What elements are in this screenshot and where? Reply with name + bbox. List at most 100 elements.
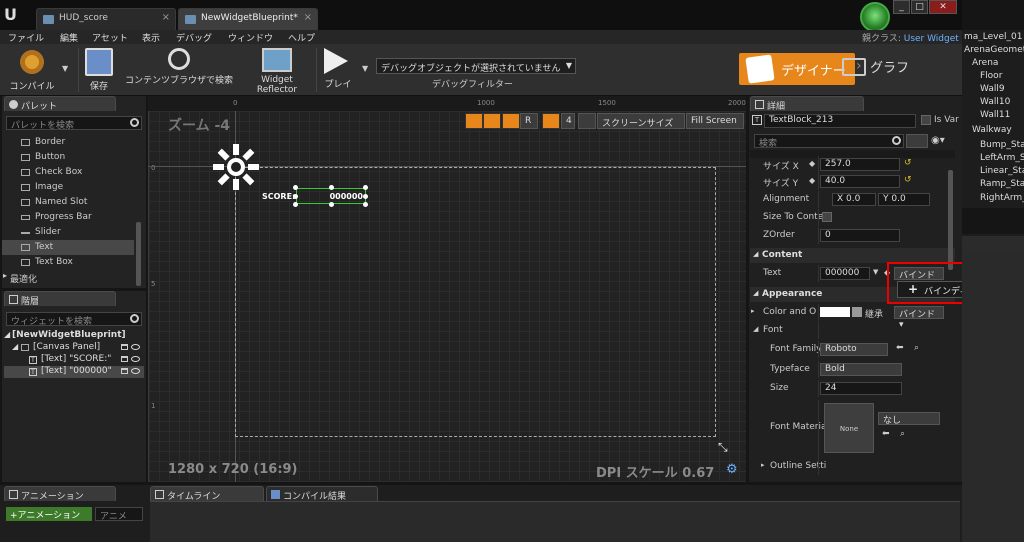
eye-icon[interactable] [131,368,140,374]
grid-toggle[interactable] [542,113,560,129]
details-tab[interactable]: 詳細 [750,96,864,112]
palette-item-text[interactable]: Text [2,240,134,255]
menu-debug[interactable]: デバッグ [176,31,212,44]
reset-arrow-icon[interactable]: ↺ [904,158,912,168]
close-icon[interactable]: × [162,12,170,23]
palette-scrollbar[interactable] [136,222,141,286]
outliner-item[interactable]: Walkway [972,125,1012,137]
resize-handle[interactable] [293,202,298,207]
text-value-input[interactable]: 000000 [820,267,870,280]
anchor-icon[interactable] [212,143,260,191]
compile-options-chevron-icon[interactable]: ▼ [62,64,68,73]
minimize-button[interactable]: _ [893,0,910,14]
tab-hud-score[interactable]: HUD_score × [36,8,176,30]
menu-asset[interactable]: アセット [92,31,128,44]
tab-new-widget-blueprint[interactable]: NewWidgetBlueprint* × [178,8,318,30]
details-search-input[interactable]: 検索 [754,134,904,149]
palette-item-check-box[interactable]: Check Box [2,165,134,180]
size-y-input[interactable]: 40.0 [820,175,900,188]
palette-tab[interactable]: パレット [4,96,116,112]
grid-snap-toggle[interactable] [465,113,483,129]
maximize-button[interactable]: □ [911,0,928,14]
timeline-area[interactable] [150,501,960,542]
resize-handle[interactable] [363,194,368,199]
resize-handle[interactable] [329,202,334,207]
zorder-input[interactable]: 0 [820,229,900,242]
size-x-input[interactable]: 257.0 [820,158,900,171]
close-icon[interactable]: × [304,12,312,23]
outliner-item[interactable]: Linear_Sta [980,166,1024,178]
compile-results-tab[interactable]: コンパイル結果 [266,486,378,502]
outliner-item[interactable]: Ramp_Stat [980,179,1024,191]
outliner-item[interactable]: Bump_Stat [980,140,1024,152]
canvas-resize-icon[interactable]: ⤡ [718,440,728,455]
use-selected-arrow-icon[interactable]: ⬅ [882,429,890,439]
widget-name-input[interactable]: TextBlock_213 [764,114,916,128]
outliner-item[interactable]: ArenaGeometry [964,45,1024,57]
hierarchy-tab[interactable]: 階層 [4,291,116,307]
reset-arrow-icon[interactable]: ↺ [904,175,912,185]
browse-search-icon[interactable]: ⌕ [900,429,905,439]
resize-handle[interactable] [293,185,298,190]
color-swatch[interactable] [820,307,850,317]
play-button[interactable]: プレイ [318,46,358,94]
fill-screen-select[interactable]: Fill Screen [686,113,744,129]
use-selected-arrow-icon[interactable]: ⬅ [896,343,904,353]
resize-handle[interactable] [363,185,368,190]
tree-item-text-value[interactable]: T [Text] "000000" [4,366,144,378]
compile-button[interactable]: コンパイル [4,46,60,94]
animation-tab[interactable]: アニメーション [4,486,116,502]
lock-icon[interactable] [121,356,128,362]
browse-search-icon[interactable]: ⌕ [914,343,919,353]
font-material-select[interactable]: なし [878,412,940,426]
palette-search-input[interactable]: パレットを検索 [6,116,142,131]
dpi-settings-gear-icon[interactable]: ⚙ [726,462,738,477]
animation-search-input[interactable]: アニメ [95,507,143,522]
alignment-x-input[interactable]: X 0.0 [832,193,876,206]
font-family-select[interactable]: Roboto [820,343,888,356]
outliner-item[interactable]: Wall10 [980,97,1010,109]
lock-toggle[interactable] [483,113,501,129]
outliner-item[interactable]: Arena [972,58,998,70]
localize-toggle[interactable] [502,113,520,129]
is-variable-checkbox[interactable] [921,115,931,125]
r-toggle[interactable]: R [520,113,538,129]
resize-handle[interactable] [329,185,334,190]
palette-item-named-slot[interactable]: Named Slot [2,195,134,210]
eye-icon[interactable] [131,356,140,362]
alignment-y-input[interactable]: Y 0.0 [878,193,930,206]
timeline-tab[interactable]: タイムライン [150,486,264,502]
graph-mode-button[interactable]: グラフ [842,57,909,76]
close-window-button[interactable]: ✕ [929,0,957,14]
eye-icon[interactable] [131,344,140,350]
size-to-content-checkbox[interactable] [822,212,832,222]
visibility-eye-icon[interactable]: ◉▾ [931,135,945,146]
debug-object-select[interactable]: デバッグオブジェクトが選択されていません ▼ [376,58,576,74]
inherit-checkbox[interactable] [852,307,862,317]
property-matrix-icon[interactable] [906,134,928,148]
outliner-item[interactable]: LeftArm_St [980,153,1024,165]
resize-handle[interactable] [293,194,298,199]
content-category[interactable]: ◢ Content [750,248,955,263]
move-icon[interactable] [578,113,596,129]
palette-item-button[interactable]: Button [2,150,134,165]
font-size-input[interactable]: 24 [820,382,902,395]
tree-item-text-score[interactable]: T [Text] "SCORE:" [4,354,144,366]
add-animation-button[interactable]: +アニメーション [6,507,92,521]
menu-window[interactable]: ウィンドウ [228,31,273,44]
palette-section-optimization[interactable]: ▸ 最適化 [2,270,134,285]
menu-edit[interactable]: 編集 [60,31,78,44]
lock-icon[interactable] [121,368,128,374]
widget-reflector-button[interactable]: Widget Reflector [240,46,314,95]
chevron-down-icon[interactable]: ▼ [873,268,878,276]
widget-search-input[interactable]: ウィジェットを検索 [6,312,142,327]
lock-icon[interactable] [121,344,128,350]
screen-size-select[interactable]: スクリーンサイズ [597,113,685,129]
resize-handle[interactable] [363,202,368,207]
outliner-item[interactable]: RightArm_ [980,193,1024,205]
typeface-select[interactable]: Bold [820,363,902,376]
palette-item-image[interactable]: Image [2,180,134,195]
menu-view[interactable]: 表示 [142,31,160,44]
outliner-item[interactable]: Wall11 [980,110,1010,122]
menu-help[interactable]: ヘルプ [288,31,315,44]
